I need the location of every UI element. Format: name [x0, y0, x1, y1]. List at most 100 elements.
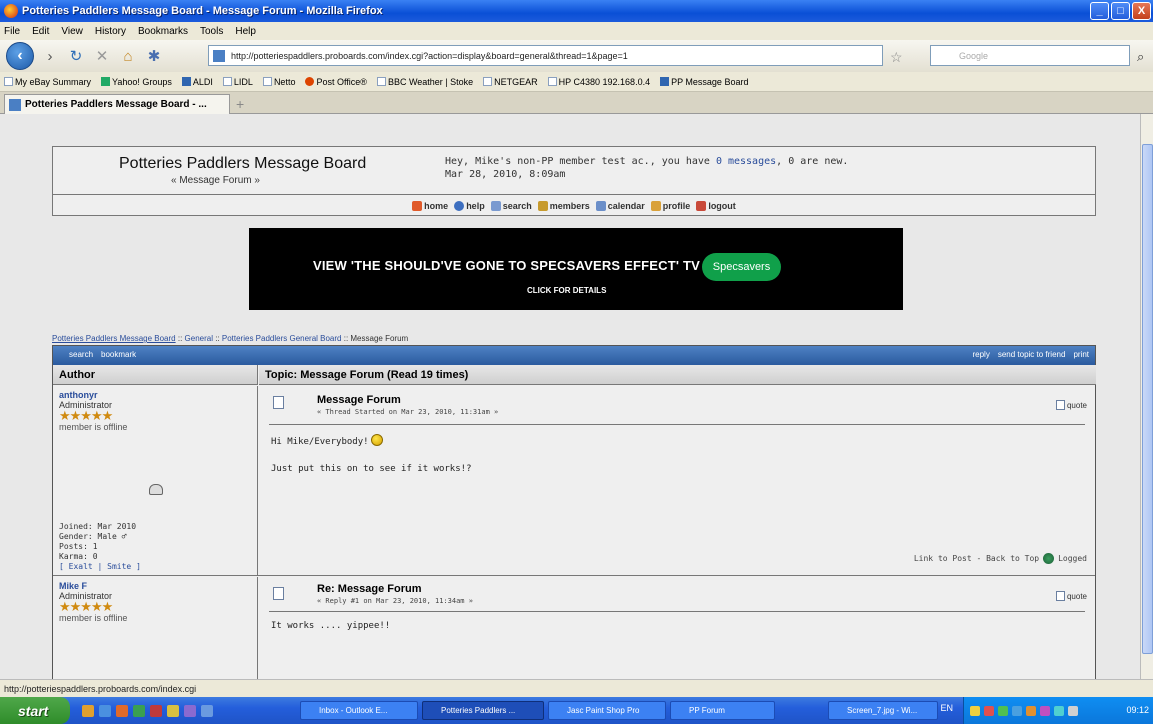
breadcrumb-board[interactable]: Potteries Paddlers Message Board: [52, 334, 176, 343]
search-input[interactable]: Google: [930, 45, 1130, 66]
bookmark-item[interactable]: My eBay Summary: [4, 76, 91, 87]
menu-edit[interactable]: Edit: [32, 26, 49, 37]
board-title[interactable]: Potteries Paddlers Message Board: [119, 155, 366, 173]
window-title-bar[interactable]: Potteries Paddlers Message Board - Messa…: [0, 0, 1153, 22]
send-topic-button[interactable]: send topic to friend: [998, 350, 1066, 359]
reload-icon[interactable]: ↻: [66, 46, 86, 66]
quicklaunch-icon[interactable]: [133, 704, 145, 717]
search-magnifier-icon[interactable]: ⌕: [1137, 49, 1144, 65]
quicklaunch-icon[interactable]: [184, 704, 196, 717]
back-button[interactable]: ‹: [6, 42, 34, 70]
board-nav: home help search members calendar profil…: [53, 196, 1095, 216]
menu-history[interactable]: History: [95, 26, 126, 37]
menu-tools[interactable]: Tools: [200, 26, 223, 37]
nav-profile[interactable]: profile: [650, 201, 690, 211]
thread-search-button[interactable]: search: [69, 350, 93, 359]
bookmark-item[interactable]: LIDL: [222, 76, 253, 87]
tray-icon[interactable]: [998, 705, 1008, 716]
tray-icon[interactable]: [1040, 705, 1050, 716]
menu-help[interactable]: Help: [235, 26, 256, 37]
reply-button[interactable]: reply: [972, 350, 989, 359]
bookmark-icon: [305, 76, 315, 86]
tray-icon[interactable]: [1012, 705, 1022, 716]
stop-icon[interactable]: ✕: [92, 46, 112, 66]
minimize-button[interactable]: _: [1090, 2, 1109, 20]
author-posts: Posts: 1: [59, 542, 98, 551]
bookmark-item[interactable]: Netto: [262, 76, 295, 87]
thread-bookmark-button[interactable]: bookmark: [101, 350, 136, 359]
close-button[interactable]: X: [1132, 2, 1151, 20]
quicklaunch-icon[interactable]: [201, 704, 213, 717]
maximize-button[interactable]: □: [1111, 2, 1130, 20]
karma-links[interactable]: [ Exalt | Smite ]: [59, 562, 141, 572]
url-bar[interactable]: http://potteriespaddlers.proboards.com/i…: [208, 45, 883, 66]
quote-button[interactable]: quote: [1055, 591, 1087, 601]
messages-link[interactable]: 0 messages: [716, 156, 776, 167]
new-tab-icon[interactable]: +: [236, 96, 244, 112]
forward-icon[interactable]: ›: [40, 46, 60, 66]
bookmark-icon: [660, 76, 670, 86]
user-greeting: Hey, Mike's non-PP member test ac., you …: [445, 155, 1045, 181]
advert-banner[interactable]: VIEW 'THE SHOULD'VE GONE TO SPECSAVERS E…: [249, 228, 903, 310]
tray-icon[interactable]: [1026, 705, 1036, 716]
nav-members[interactable]: members: [537, 201, 590, 211]
nav-calendar[interactable]: calendar: [595, 201, 645, 211]
bookmark-item[interactable]: Yahoo! Groups: [101, 76, 172, 87]
clock[interactable]: 09:12: [1126, 705, 1149, 715]
author-name[interactable]: Mike F: [59, 581, 251, 591]
bookmark-item[interactable]: NETGEAR: [483, 76, 538, 87]
volume-icon[interactable]: [1068, 705, 1078, 716]
bookmark-item[interactable]: ALDI: [181, 76, 213, 87]
tab-active[interactable]: Potteries Paddlers Message Board - ...: [4, 94, 230, 114]
start-button[interactable]: start: [0, 697, 70, 724]
menu-bookmarks[interactable]: Bookmarks: [138, 26, 188, 37]
taskbar-item[interactable]: Inbox - Outlook E...: [300, 701, 418, 720]
language-indicator[interactable]: EN: [940, 703, 953, 713]
author-karma: Karma: 0: [59, 552, 98, 561]
bookmark-item[interactable]: Post Office®: [305, 76, 367, 87]
rank-stars: ★★★★★: [59, 599, 113, 614]
quicklaunch-icon[interactable]: [99, 704, 111, 717]
quicklaunch-icon[interactable]: [116, 704, 128, 717]
taskbar-item[interactable]: Jasc Paint Shop Pro: [548, 701, 666, 720]
print-button[interactable]: print: [1073, 350, 1089, 359]
nav-logout[interactable]: logout: [696, 201, 736, 211]
paw-addon-icon[interactable]: ✱: [144, 46, 164, 66]
breadcrumb-category[interactable]: General: [185, 334, 213, 343]
quote-button[interactable]: quote: [1055, 400, 1087, 410]
bookmark-item[interactable]: HP C4380 192.168.0.4: [547, 76, 650, 87]
tray-icon[interactable]: [1054, 705, 1064, 716]
scrollbar-thumb[interactable]: [1142, 144, 1153, 654]
bookmark-item[interactable]: BBC Weather | Stoke: [376, 76, 473, 87]
author-name[interactable]: anthonyr: [59, 390, 251, 400]
bookmark-item[interactable]: PP Message Board: [660, 76, 748, 87]
taskbar-item-active[interactable]: Potteries Paddlers ...: [422, 701, 544, 720]
breadcrumb-subboard[interactable]: Potteries Paddlers General Board: [222, 334, 342, 343]
post-body: It works .... yippee!!: [271, 621, 391, 631]
taskbar-item[interactable]: Screen_7.jpg - Wi...: [828, 701, 938, 720]
page-viewport: Potteries Paddlers Message Board « Messa…: [0, 114, 1140, 679]
tray-icon[interactable]: [984, 705, 994, 716]
nav-help[interactable]: help: [454, 201, 485, 211]
quote-icon: [1055, 591, 1065, 601]
bookmark-star-icon[interactable]: ☆: [890, 49, 903, 66]
send-pm-icon[interactable]: [149, 484, 163, 495]
post-body: Just put this on to see if it works!?: [271, 464, 472, 474]
home-icon[interactable]: ⌂: [118, 46, 138, 66]
calendar-icon: [595, 201, 606, 211]
menu-file[interactable]: File: [4, 26, 20, 37]
menu-view[interactable]: View: [61, 26, 83, 37]
quicklaunch-icon[interactable]: [150, 704, 162, 717]
bookmark-icon: [262, 76, 272, 86]
post-divider: [269, 424, 1085, 425]
tray-icon[interactable]: [970, 705, 980, 716]
quicklaunch-icon[interactable]: [167, 704, 179, 717]
quicklaunch-icon[interactable]: [82, 704, 94, 717]
nav-search[interactable]: search: [490, 201, 532, 211]
board-header: Potteries Paddlers Message Board « Messa…: [52, 146, 1096, 216]
nav-home[interactable]: home: [412, 201, 448, 211]
post-link[interactable]: Link to Post - Back to Top: [914, 554, 1039, 563]
tab-strip: Potteries Paddlers Message Board - ... +: [0, 92, 1153, 114]
taskbar-item[interactable]: PP Forum: [670, 701, 775, 720]
vertical-scrollbar[interactable]: [1140, 114, 1153, 679]
